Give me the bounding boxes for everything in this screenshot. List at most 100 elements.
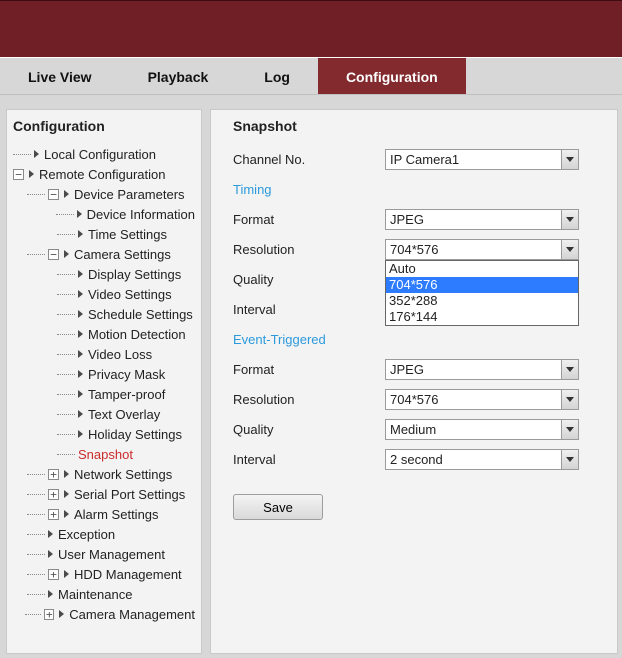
event-resolution-value: 704*576 — [390, 392, 438, 407]
chevron-right-icon — [34, 150, 39, 158]
timing-interval-label: Interval — [233, 302, 385, 317]
tree-video-settings[interactable]: Video Settings — [13, 284, 195, 304]
event-format-select[interactable]: JPEG — [385, 359, 579, 380]
chevron-right-icon — [59, 610, 64, 618]
chevron-right-icon — [78, 230, 83, 238]
timing-header: Timing — [233, 178, 595, 202]
channel-no-label: Channel No. — [233, 152, 385, 167]
event-quality-label: Quality — [233, 422, 385, 437]
tab-playback[interactable]: Playback — [120, 58, 237, 94]
save-button[interactable]: Save — [233, 494, 323, 520]
expand-icon[interactable]: + — [48, 469, 59, 480]
expand-icon[interactable]: + — [48, 509, 59, 520]
collapse-icon[interactable]: − — [48, 249, 59, 260]
tab-configuration[interactable]: Configuration — [318, 58, 466, 94]
tree-camera-settings[interactable]: − Camera Settings — [13, 244, 195, 264]
tree-device-information[interactable]: Device Information — [13, 204, 195, 224]
tree-motion-detection[interactable]: Motion Detection — [13, 324, 195, 344]
event-format-label: Format — [233, 362, 385, 377]
expand-icon[interactable]: + — [48, 569, 59, 580]
tree-alarm-settings[interactable]: + Alarm Settings — [13, 504, 195, 524]
event-quality-value: Medium — [390, 422, 436, 437]
timing-format-value: JPEG — [390, 212, 424, 227]
chevron-right-icon — [78, 310, 83, 318]
event-resolution-select[interactable]: 704*576 — [385, 389, 579, 410]
expand-icon[interactable]: + — [44, 609, 54, 620]
chevron-down-icon — [561, 420, 578, 439]
timing-format-label: Format — [233, 212, 385, 227]
chevron-down-icon — [561, 210, 578, 229]
resolution-option-176x144[interactable]: 176*144 — [386, 309, 578, 325]
chevron-right-icon — [64, 490, 69, 498]
timing-format-select[interactable]: JPEG — [385, 209, 579, 230]
timing-resolution-label: Resolution — [233, 242, 385, 257]
timing-resolution-select[interactable]: 704*576 Auto 704*576 352*288 176*144 — [385, 239, 579, 260]
event-triggered-header: Event-Triggered — [233, 328, 595, 352]
chevron-right-icon — [78, 410, 83, 418]
event-quality-select[interactable]: Medium — [385, 419, 579, 440]
event-resolution-label: Resolution — [233, 392, 385, 407]
content-panel: Snapshot Channel No. IP Camera1 Timing F… — [210, 109, 618, 654]
tree-maintenance[interactable]: Maintenance — [13, 584, 195, 604]
sidebar-panel: Configuration Local Configuration − Remo… — [6, 109, 202, 654]
timing-resolution-options: Auto 704*576 352*288 176*144 — [385, 260, 579, 326]
chevron-right-icon — [77, 210, 82, 218]
tree-device-parameters[interactable]: − Device Parameters — [13, 184, 195, 204]
tree-exception[interactable]: Exception — [13, 524, 195, 544]
tree-video-loss[interactable]: Video Loss — [13, 344, 195, 364]
timing-quality-label: Quality — [233, 272, 385, 287]
chevron-right-icon — [64, 470, 69, 478]
chevron-right-icon — [78, 390, 83, 398]
tab-strip: Live View Playback Log Configuration — [0, 57, 622, 95]
tree-text-overlay[interactable]: Text Overlay — [13, 404, 195, 424]
resolution-option-auto[interactable]: Auto — [386, 261, 578, 277]
tab-log[interactable]: Log — [236, 58, 318, 94]
tree-serial-port-settings[interactable]: + Serial Port Settings — [13, 484, 195, 504]
resolution-option-352x288[interactable]: 352*288 — [386, 293, 578, 309]
channel-no-select[interactable]: IP Camera1 — [385, 149, 579, 170]
chevron-right-icon — [78, 270, 83, 278]
event-format-value: JPEG — [390, 362, 424, 377]
chevron-right-icon — [78, 350, 83, 358]
collapse-icon[interactable]: − — [48, 189, 59, 200]
timing-resolution-value: 704*576 — [390, 242, 438, 257]
event-interval-select[interactable]: 2 second — [385, 449, 579, 470]
tree-privacy-mask[interactable]: Privacy Mask — [13, 364, 195, 384]
chevron-right-icon — [78, 370, 83, 378]
chevron-right-icon — [48, 550, 53, 558]
tree-snapshot[interactable]: Snapshot — [13, 444, 195, 464]
tree-display-settings[interactable]: Display Settings — [13, 264, 195, 284]
tree-hdd-management[interactable]: + HDD Management — [13, 564, 195, 584]
chevron-right-icon — [48, 530, 53, 538]
chevron-down-icon — [561, 150, 578, 169]
chevron-right-icon — [78, 330, 83, 338]
chevron-right-icon — [78, 290, 83, 298]
sidebar-title: Configuration — [13, 118, 195, 134]
tree-local-configuration[interactable]: Local Configuration — [13, 144, 195, 164]
chevron-right-icon — [64, 190, 69, 198]
chevron-down-icon — [561, 390, 578, 409]
config-tree: Local Configuration − Remote Configurati… — [13, 144, 195, 624]
chevron-right-icon — [64, 250, 69, 258]
expand-icon[interactable]: + — [48, 489, 59, 500]
tree-network-settings[interactable]: + Network Settings — [13, 464, 195, 484]
resolution-option-704x576[interactable]: 704*576 — [386, 277, 578, 293]
chevron-down-icon — [561, 240, 578, 259]
page-title: Snapshot — [233, 118, 595, 134]
chevron-right-icon — [29, 170, 34, 178]
tree-holiday-settings[interactable]: Holiday Settings — [13, 424, 195, 444]
top-banner — [0, 0, 622, 57]
chevron-right-icon — [64, 510, 69, 518]
chevron-right-icon — [64, 570, 69, 578]
collapse-icon[interactable]: − — [13, 169, 24, 180]
channel-no-value: IP Camera1 — [390, 152, 459, 167]
tree-remote-configuration[interactable]: − Remote Configuration — [13, 164, 195, 184]
tree-user-management[interactable]: User Management — [13, 544, 195, 564]
tab-live-view[interactable]: Live View — [0, 58, 120, 94]
event-interval-label: Interval — [233, 452, 385, 467]
tree-camera-management[interactable]: + Camera Management — [13, 604, 195, 624]
tree-tamper-proof[interactable]: Tamper-proof — [13, 384, 195, 404]
tree-time-settings[interactable]: Time Settings — [13, 224, 195, 244]
chevron-down-icon — [561, 360, 578, 379]
tree-schedule-settings[interactable]: Schedule Settings — [13, 304, 195, 324]
